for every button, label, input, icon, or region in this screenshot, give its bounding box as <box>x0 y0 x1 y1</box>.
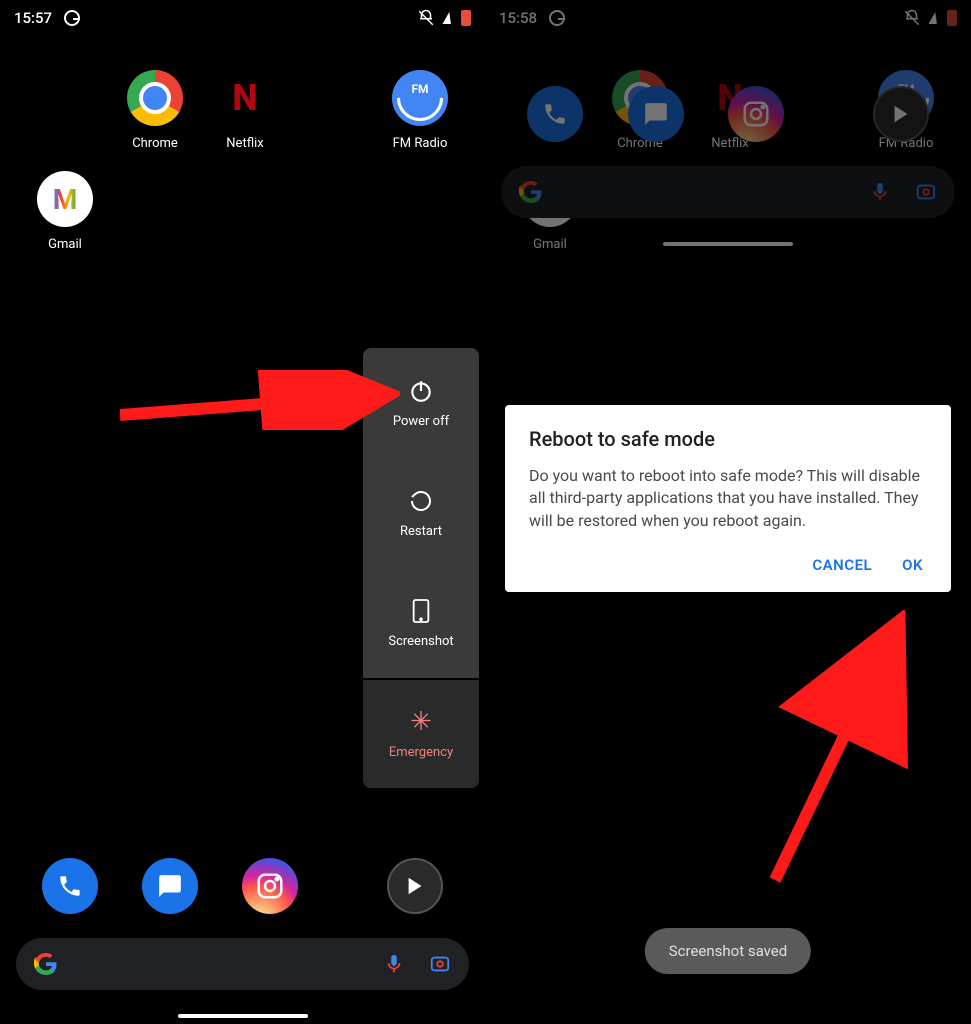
dock-phone-icon[interactable] <box>42 858 98 914</box>
dialog-actions: CANCEL OK <box>529 550 927 580</box>
chrome-icon <box>127 70 183 126</box>
ok-button[interactable]: OK <box>902 556 923 574</box>
restart-icon <box>408 488 434 514</box>
fmradio-icon <box>392 70 448 126</box>
phone-screen-right: 15:58 Chrome N Netflix FM Radio <box>485 0 971 1024</box>
mic-icon[interactable] <box>383 953 405 975</box>
power-off-label: Power off <box>393 414 449 429</box>
clock: 15:57 <box>14 9 52 27</box>
toast-screenshot-saved: Screenshot saved <box>645 928 811 974</box>
dialog-title: Reboot to safe mode <box>529 427 927 451</box>
emergency-icon: ✳ <box>408 709 434 735</box>
power-menu: Power off Restart Screenshot ✳ Emergency <box>363 348 479 788</box>
dock-phone-icon[interactable] <box>527 86 583 142</box>
power-icon <box>408 378 434 404</box>
google-status-icon <box>64 10 80 26</box>
phone-screen-left: 15:57 Chrome N Netflix FM Radio Gmail <box>0 0 485 1024</box>
google-search-bar[interactable] <box>16 938 469 990</box>
status-bar: 15:57 <box>0 0 485 30</box>
safe-mode-dialog: Reboot to safe mode Do you want to reboo… <box>505 405 951 592</box>
battery-icon <box>947 10 957 26</box>
dialog-body: Do you want to reboot into safe mode? Th… <box>529 465 927 532</box>
signal-icon <box>928 12 939 24</box>
google-status-icon <box>549 10 565 26</box>
gmail-icon <box>37 171 93 227</box>
emergency-button[interactable]: ✳ Emergency <box>363 678 479 788</box>
home-app-grid: Chrome N Netflix FM Radio Gmail <box>0 30 485 252</box>
mute-icon <box>417 9 435 27</box>
mute-icon <box>903 9 921 27</box>
signal-icon <box>442 12 453 24</box>
dock-instagram-icon[interactable] <box>728 86 784 142</box>
netflix-icon: N <box>217 70 273 126</box>
annotation-arrow <box>745 610 925 890</box>
screenshot-label: Screenshot <box>388 634 453 649</box>
dock-instagram-icon[interactable] <box>242 858 298 914</box>
restart-label: Restart <box>400 524 442 539</box>
app-label: Chrome <box>132 136 178 151</box>
app-label: FM Radio <box>393 136 448 151</box>
dock-playstore-icon[interactable] <box>387 858 443 914</box>
mic-icon[interactable] <box>869 181 891 203</box>
clock: 15:58 <box>499 9 537 27</box>
google-logo-icon <box>34 952 58 976</box>
screenshot-button[interactable]: Screenshot <box>363 568 479 678</box>
emergency-label: Emergency <box>389 745 453 760</box>
lens-icon[interactable] <box>915 181 937 203</box>
screenshot-icon <box>408 598 434 624</box>
annotation-arrow <box>120 370 400 430</box>
app-label: Gmail <box>533 237 567 252</box>
dock <box>0 858 485 914</box>
app-label: Gmail <box>48 237 82 252</box>
dock <box>485 86 971 142</box>
app-label: Netflix <box>226 136 263 151</box>
cancel-button[interactable]: CANCEL <box>812 556 872 574</box>
status-bar: 15:58 <box>485 0 971 30</box>
nav-home-pill[interactable] <box>178 1014 308 1018</box>
nav-home-pill[interactable] <box>663 242 793 246</box>
app-gmail[interactable]: Gmail <box>20 171 110 252</box>
app-chrome[interactable]: Chrome <box>110 70 200 151</box>
app-fmradio[interactable]: FM Radio <box>375 70 465 151</box>
google-search-bar[interactable] <box>501 166 955 218</box>
lens-icon[interactable] <box>429 953 451 975</box>
restart-button[interactable]: Restart <box>363 458 479 568</box>
power-off-button[interactable]: Power off <box>363 348 479 458</box>
dock-playstore-icon[interactable] <box>873 86 929 142</box>
app-netflix[interactable]: N Netflix <box>200 70 290 151</box>
dock-messages-icon[interactable] <box>142 858 198 914</box>
battery-icon <box>461 10 471 26</box>
google-logo-icon <box>519 180 543 204</box>
dock-messages-icon[interactable] <box>628 86 684 142</box>
